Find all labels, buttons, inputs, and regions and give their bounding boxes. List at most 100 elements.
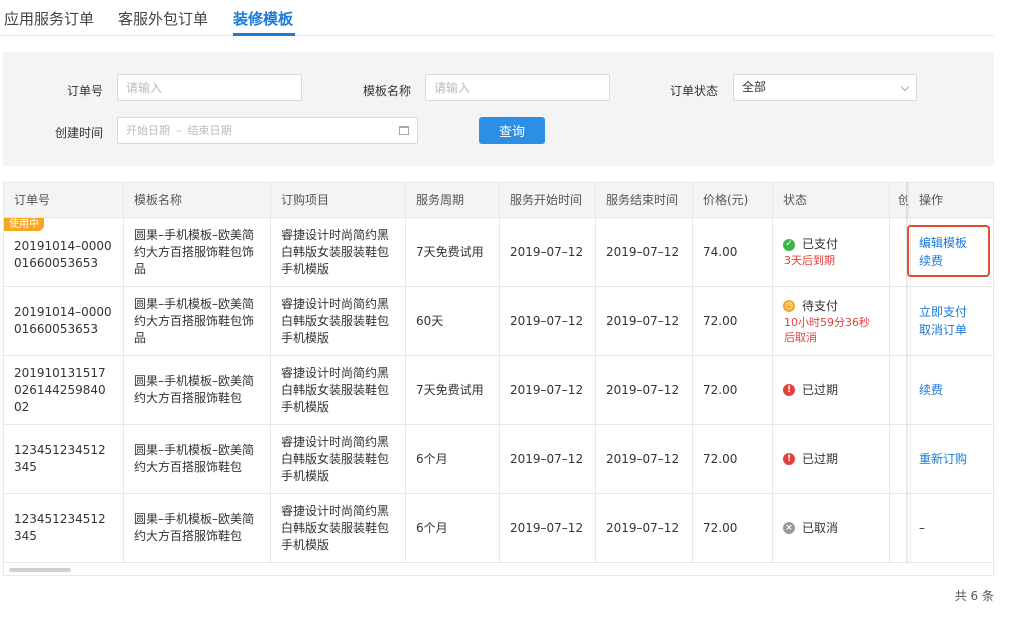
- order-no-cell: 123451234512345: [14, 512, 106, 543]
- status-text: 待支付: [802, 298, 839, 313]
- table-header: 订单号 模板名称 订购项目 服务周期 服务开始时间 服务结束时间 价格(元) 状…: [4, 183, 993, 218]
- start-time-cell: 2019–07–12: [500, 494, 596, 562]
- status-note: 3天后到期: [784, 254, 835, 267]
- orders-table: 订单号 模板名称 订购项目 服务周期 服务开始时间 服务结束时间 价格(元) 状…: [3, 182, 994, 576]
- status-cell: ◷ 待支付 10小时59分36秒后取消: [773, 287, 890, 355]
- edit-template-link[interactable]: 编辑模板: [919, 234, 967, 252]
- exclamation-circle-icon: !: [783, 453, 795, 465]
- tab-cs-outsourcing-orders[interactable]: 客服外包订单: [118, 8, 208, 29]
- status-cell: ✓ 已支付 3天后到期: [773, 218, 890, 286]
- range-separator: –: [176, 124, 182, 137]
- period-cell: 7天免费试用: [406, 218, 500, 286]
- start-time-cell: 2019–07–12: [500, 425, 596, 493]
- order-status-value: 全部: [742, 80, 767, 94]
- table-row: 使用中 20191014–000001660053653 圆果–手机模板–欧美简…: [4, 218, 993, 287]
- actions-cell: 重新订购: [909, 425, 993, 493]
- status-text: 已过期: [802, 451, 839, 466]
- period-cell: 7天免费试用: [406, 356, 500, 424]
- col-service-period: 服务周期: [406, 183, 500, 217]
- created-time-label: 创建时间: [55, 126, 104, 140]
- table-row: 123451234512345 圆果–手机模板–欧美简约大方百搭服饰鞋包 睿捷设…: [4, 425, 993, 494]
- top-tabs: 应用服务订单 客服外包订单 装修模板: [0, 0, 994, 36]
- actions-cell: 编辑模板 续费: [909, 218, 993, 286]
- table-row: 20191014–000001660053653 圆果–手机模板–欧美简约大方百…: [4, 287, 993, 356]
- end-time-cell: 2019–07–12: [596, 425, 693, 493]
- reorder-link[interactable]: 重新订购: [919, 450, 967, 468]
- actions-cell: –: [909, 494, 993, 562]
- actions-cell: 立即支付 取消订单: [909, 287, 993, 355]
- order-no-cell: 20191014–000001660053653: [14, 305, 112, 336]
- template-name-input[interactable]: [425, 74, 610, 101]
- total-count: 共 6 条: [954, 589, 994, 603]
- tab-app-service-orders[interactable]: 应用服务订单: [4, 8, 94, 29]
- status-note: 10小时59分36秒后取消: [784, 315, 870, 344]
- order-no-input[interactable]: [117, 74, 302, 101]
- end-time-cell: 2019–07–12: [596, 218, 693, 286]
- order-item-cell: 睿捷设计时尚简约黑白韩版女装服装鞋包手机模版: [281, 365, 390, 414]
- start-time-cell: 2019–07–12: [500, 218, 596, 286]
- template-name-cell: 圆果–手机模板–欧美简约大方百搭服饰鞋包: [134, 443, 255, 474]
- template-name-cell: 圆果–手机模板–欧美简约大方百搭服饰鞋包: [134, 512, 255, 543]
- status-text: 已支付: [802, 237, 839, 251]
- created-time-range-picker[interactable]: 开始日期 – 结束日期: [117, 117, 418, 144]
- col-actions: 操作: [919, 192, 944, 207]
- col-price: 价格(元): [693, 183, 773, 217]
- table-row: 20191013151702614425984002 圆果–手机模板–欧美简约大…: [4, 356, 993, 425]
- status-cell: × 已取消: [773, 494, 890, 562]
- order-item-cell: 睿捷设计时尚简约黑白韩版女装服装鞋包手机模版: [281, 434, 390, 483]
- template-name-cell: 圆果–手机模板–欧美简约大方百搭服饰鞋包饰品: [134, 227, 255, 276]
- table-row: 123451234512345 圆果–手机模板–欧美简约大方百搭服饰鞋包 睿捷设…: [4, 494, 993, 563]
- check-circle-icon: ✓: [783, 238, 795, 251]
- tab-decoration-templates[interactable]: 装修模板: [233, 8, 293, 29]
- price-cell: 72.00: [693, 356, 773, 424]
- col-template-name: 模板名称: [124, 183, 271, 217]
- close-circle-icon: ×: [783, 522, 795, 534]
- renew-link[interactable]: 续费: [919, 252, 943, 270]
- price-cell: 72.00: [693, 287, 773, 355]
- horizontal-scrollbar[interactable]: [3, 562, 994, 576]
- template-name-cell: 圆果–手机模板–欧美简约大方百搭服饰鞋包: [134, 374, 255, 405]
- clock-icon: ◷: [783, 300, 795, 312]
- cancel-order-link[interactable]: 取消订单: [919, 321, 967, 339]
- end-time-cell: 2019–07–12: [596, 494, 693, 562]
- period-cell: 60天: [406, 287, 500, 355]
- query-button[interactable]: 查询: [479, 117, 545, 144]
- renew-link[interactable]: 续费: [919, 381, 943, 399]
- order-item-cell: 睿捷设计时尚简约黑白韩版女装服装鞋包手机模版: [281, 227, 390, 276]
- col-end-time: 服务结束时间: [596, 183, 693, 217]
- col-status: 状态: [773, 183, 890, 217]
- order-status-select[interactable]: 全部: [733, 74, 917, 101]
- col-order-item: 订购项目: [271, 183, 406, 217]
- status-cell: ! 已过期: [773, 356, 890, 424]
- end-time-cell: 2019–07–12: [596, 287, 693, 355]
- price-cell: 72.00: [693, 425, 773, 493]
- col-order-no: 订单号: [4, 183, 124, 217]
- template-name-cell: 圆果–手机模板–欧美简约大方百搭服饰鞋包饰品: [134, 296, 255, 345]
- fixed-column-shadow: [906, 182, 909, 562]
- no-action-dash: –: [919, 520, 925, 535]
- order-status-label: 订单状态: [670, 84, 719, 98]
- period-cell: 6个月: [406, 425, 500, 493]
- end-time-cell: 2019–07–12: [596, 356, 693, 424]
- pay-now-link[interactable]: 立即支付: [919, 303, 967, 321]
- start-date-placeholder: 开始日期: [126, 124, 170, 137]
- period-cell: 6个月: [406, 494, 500, 562]
- start-time-cell: 2019–07–12: [500, 356, 596, 424]
- active-tab-indicator: [233, 33, 295, 36]
- price-cell: 74.00: [693, 218, 773, 286]
- status-text: 已取消: [802, 520, 839, 535]
- order-no-cell: 20191013151702614425984002: [14, 365, 106, 414]
- order-no-label: 订单号: [67, 84, 104, 98]
- price-cell: 72.00: [693, 494, 773, 562]
- exclamation-circle-icon: !: [783, 384, 795, 396]
- actions-cell: 续费: [909, 356, 993, 424]
- template-name-label: 模板名称: [363, 84, 412, 98]
- filter-panel: 订单号 模板名称 订单状态 全部 创建时间 开始日期–结束日期 查询: [3, 52, 994, 166]
- calendar-icon: [399, 126, 409, 135]
- order-item-cell: 睿捷设计时尚简约黑白韩版女装服装鞋包手机模版: [281, 296, 390, 345]
- col-start-time: 服务开始时间: [500, 183, 596, 217]
- order-no-cell: 123451234512345: [14, 443, 106, 474]
- start-time-cell: 2019–07–12: [500, 287, 596, 355]
- scrollbar-thumb[interactable]: [9, 568, 71, 572]
- status-text: 已过期: [802, 382, 839, 397]
